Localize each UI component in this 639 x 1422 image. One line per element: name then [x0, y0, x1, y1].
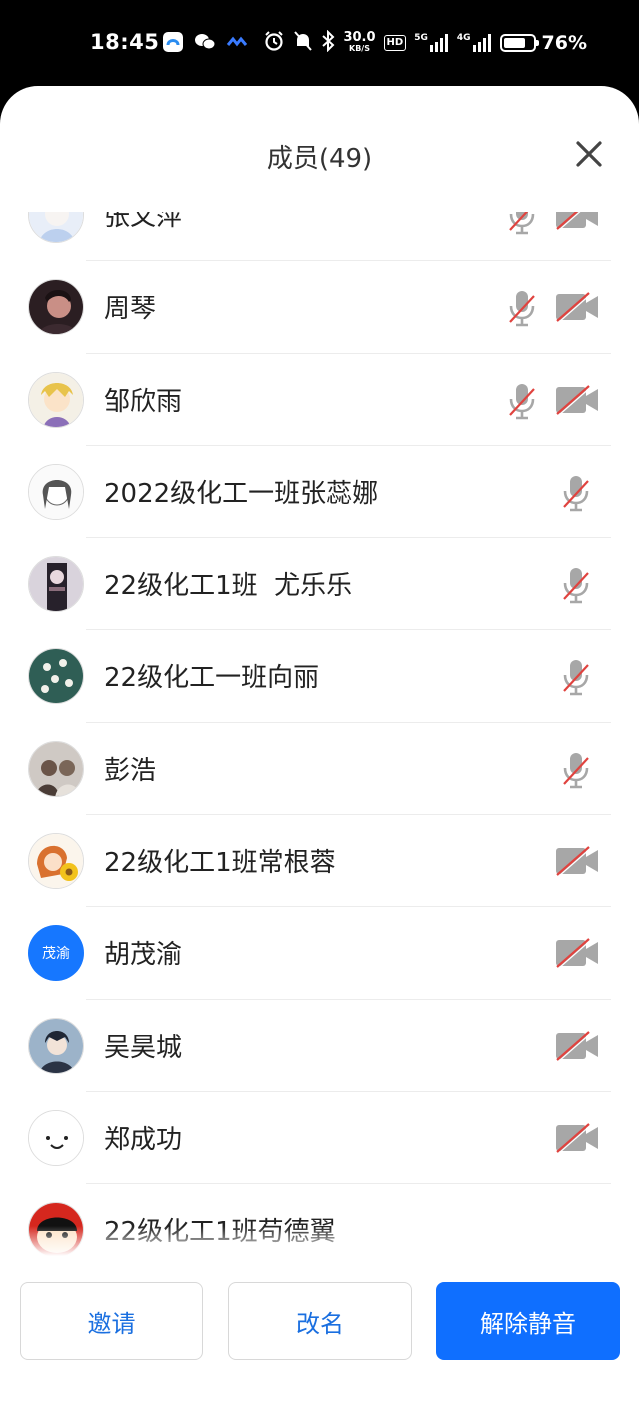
avatar	[28, 371, 84, 428]
avatar	[28, 279, 84, 336]
system-status-icons: 30.0 KB/S HD 5G 4G 76%	[263, 28, 587, 58]
mic-muted-icon[interactable]	[507, 381, 537, 421]
mic-muted-icon[interactable]	[561, 657, 591, 697]
panel-title: 成员(49)	[266, 144, 373, 174]
member-name: 22级化工一班向丽	[104, 663, 320, 694]
member-row[interactable]: 张又萍	[0, 212, 639, 262]
member-name: 郑成功	[104, 1124, 183, 1155]
notification-icons	[162, 31, 248, 53]
alarm-icon	[263, 30, 285, 56]
list-fade	[0, 1226, 639, 1256]
invite-button[interactable]: 邀请	[20, 1282, 203, 1360]
signal-5g-label: 5G	[414, 33, 428, 43]
member-row[interactable]: 郑成功	[0, 1092, 639, 1185]
member-row[interactable]: 22级化工一班向丽	[0, 630, 639, 723]
member-row[interactable]: 邹欣雨	[0, 354, 639, 446]
member-row[interactable]: 茂渝 胡茂渝	[0, 907, 639, 1000]
battery-indicator: 76%	[499, 32, 587, 54]
close-icon	[576, 141, 602, 167]
avatar	[28, 556, 84, 613]
member-name: 22级化工1班常根蓉	[104, 848, 336, 879]
member-name: 张又萍	[104, 212, 183, 232]
member-row[interactable]: 周琴	[0, 261, 639, 354]
member-row[interactable]: 22级化工1班常根蓉	[0, 815, 639, 908]
members-panel: 成员(49) 张又萍周琴邹欣雨 2022级化工一班张蕊娜 22级化工1班 尤乐乐 22…	[0, 86, 639, 1422]
camera-off-icon[interactable]	[555, 845, 599, 877]
camera-off-icon[interactable]	[555, 1122, 599, 1154]
footer-actions: 邀请 改名 解除静音	[0, 1282, 639, 1362]
avatar-text: 茂渝	[28, 925, 84, 982]
avatar: 茂渝	[28, 925, 84, 982]
meeting-app-icon	[226, 31, 248, 53]
battery-icon	[499, 34, 539, 52]
close-button[interactable]	[573, 138, 605, 170]
unmute-button[interactable]: 解除静音	[436, 1282, 620, 1360]
avatar	[28, 648, 84, 705]
avatar	[28, 463, 84, 520]
mute-bell-icon	[293, 30, 313, 56]
avatar	[28, 833, 84, 890]
mic-muted-icon[interactable]	[561, 750, 591, 790]
avatar	[28, 1017, 84, 1074]
member-row[interactable]: 吴昊城	[0, 1000, 639, 1092]
member-name: 邹欣雨	[104, 386, 183, 417]
camera-off-icon[interactable]	[555, 291, 599, 323]
status-time: 18:45	[90, 30, 160, 54]
bluetooth-icon	[321, 29, 335, 56]
avatar	[28, 740, 84, 797]
member-name: 2022级化工一班张蕊娜	[104, 478, 379, 509]
camera-off-icon[interactable]	[555, 937, 599, 969]
hd-badge: HD	[383, 35, 407, 51]
mic-muted-icon[interactable]	[561, 565, 591, 605]
member-row[interactable]: 2022级化工一班张蕊娜	[0, 446, 639, 539]
member-name: 22级化工1班 尤乐乐	[104, 571, 353, 602]
net-speed-value: 30.0	[343, 30, 376, 45]
signal-5g-icon: 5G	[414, 33, 449, 53]
member-row[interactable]: 彭浩	[0, 723, 639, 816]
status-bar: 18:45 30.0 KB/S HD 5G 4G 76%	[0, 0, 639, 86]
mic-muted-icon[interactable]	[561, 473, 591, 513]
member-name: 周琴	[104, 294, 157, 325]
wechat-icon	[194, 31, 216, 53]
member-list[interactable]: 张又萍周琴邹欣雨 2022级化工一班张蕊娜 22级化工1班 尤乐乐 22级化工一班向丽…	[0, 212, 639, 1256]
member-name: 吴昊城	[104, 1032, 183, 1063]
avatar	[28, 212, 84, 243]
net-speed: 30.0 KB/S	[343, 30, 376, 54]
app-notification-icon	[162, 31, 184, 53]
battery-percent: 76%	[541, 32, 587, 54]
member-row[interactable]: 22级化工1班 尤乐乐	[0, 538, 639, 631]
avatar	[28, 1109, 84, 1166]
signal-4g-label: 4G	[456, 33, 471, 43]
rename-button[interactable]: 改名	[228, 1282, 412, 1360]
camera-off-icon[interactable]	[555, 1030, 599, 1062]
camera-off-icon[interactable]	[555, 384, 599, 416]
signal-4g-icon: 4G	[457, 33, 492, 53]
mic-muted-icon[interactable]	[507, 288, 537, 328]
member-name: 胡茂渝	[104, 940, 183, 971]
mic-muted-icon[interactable]	[507, 212, 537, 236]
camera-off-icon[interactable]	[555, 212, 599, 231]
member-name: 彭浩	[104, 755, 157, 786]
